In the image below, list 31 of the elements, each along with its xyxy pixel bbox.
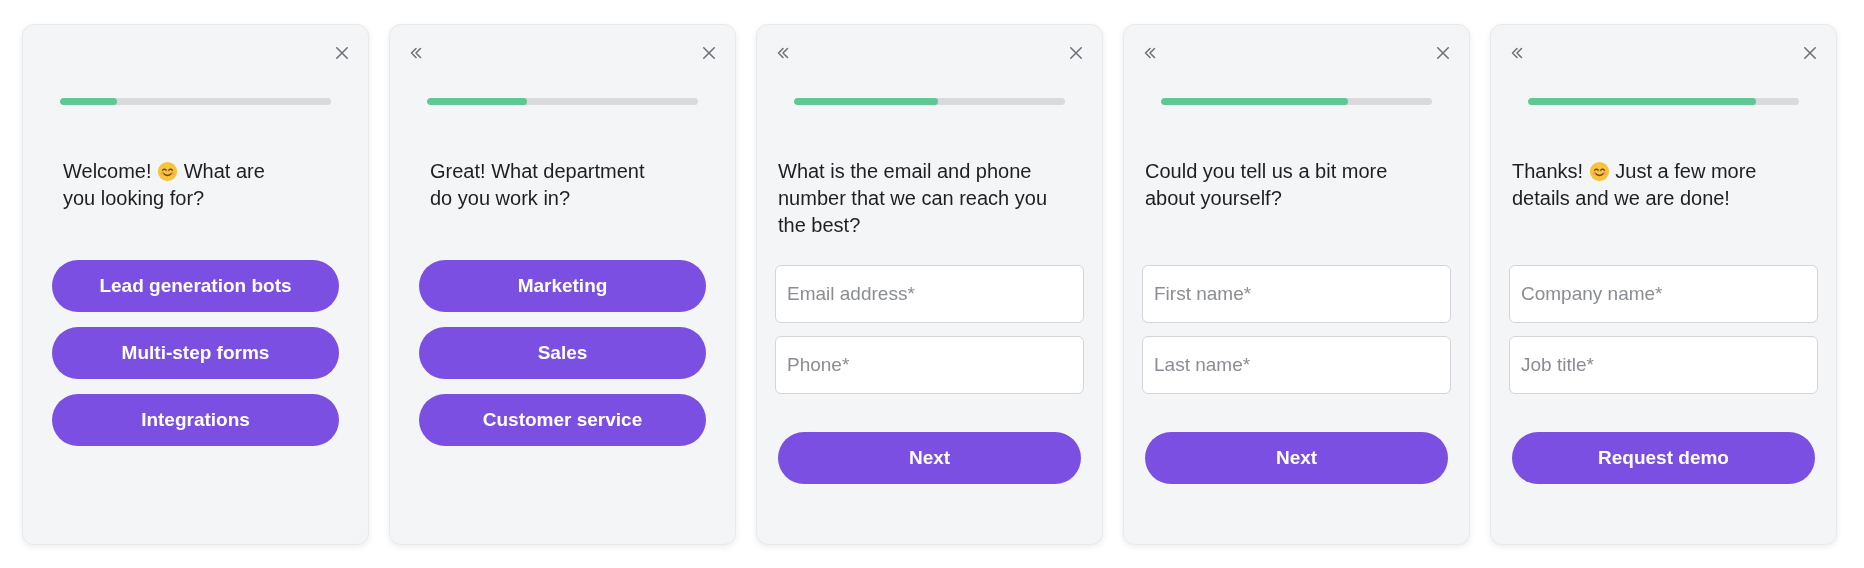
close-icon <box>333 44 351 62</box>
close-icon <box>1801 44 1819 62</box>
close-icon <box>700 44 718 62</box>
input-field[interactable]: Phone* <box>775 336 1084 394</box>
question-text: Thanks! <box>1512 160 1584 182</box>
smiley-icon <box>1588 161 1610 182</box>
option-button[interactable]: Customer service <box>419 394 706 446</box>
question-text: you looking for? <box>63 187 205 209</box>
submit-button[interactable]: Request demo <box>1512 432 1815 484</box>
input-field[interactable]: Company name* <box>1509 265 1818 323</box>
question-text: What are <box>183 160 265 182</box>
option-button[interactable]: Integrations <box>52 394 339 446</box>
input-field[interactable]: Last name* <box>1142 336 1451 394</box>
question-text: Could you tell us a bit more about yourself? <box>1145 160 1388 209</box>
question-text: details and we are done! <box>1512 187 1730 209</box>
question-text: Just a few more <box>1615 160 1757 182</box>
input-field[interactable]: Job title* <box>1509 336 1818 394</box>
close-icon <box>1434 44 1452 62</box>
submit-button[interactable]: Next <box>1145 432 1448 484</box>
smiley-icon <box>157 161 179 182</box>
option-button[interactable]: Lead generation bots <box>52 260 339 312</box>
option-button[interactable]: Multi-step forms <box>52 327 339 379</box>
question-text: Great! What department do you work in? <box>430 160 645 209</box>
question-text: Welcome! <box>63 160 152 182</box>
option-button[interactable]: Marketing <box>419 260 706 312</box>
input-field[interactable]: Email address* <box>775 265 1084 323</box>
input-field[interactable]: First name* <box>1142 265 1451 323</box>
question-text: What is the email and phone number that we can reach you the best? <box>778 160 1048 236</box>
close-icon <box>1067 44 1085 62</box>
option-button[interactable]: Sales <box>419 327 706 379</box>
submit-button[interactable]: Next <box>778 432 1081 484</box>
